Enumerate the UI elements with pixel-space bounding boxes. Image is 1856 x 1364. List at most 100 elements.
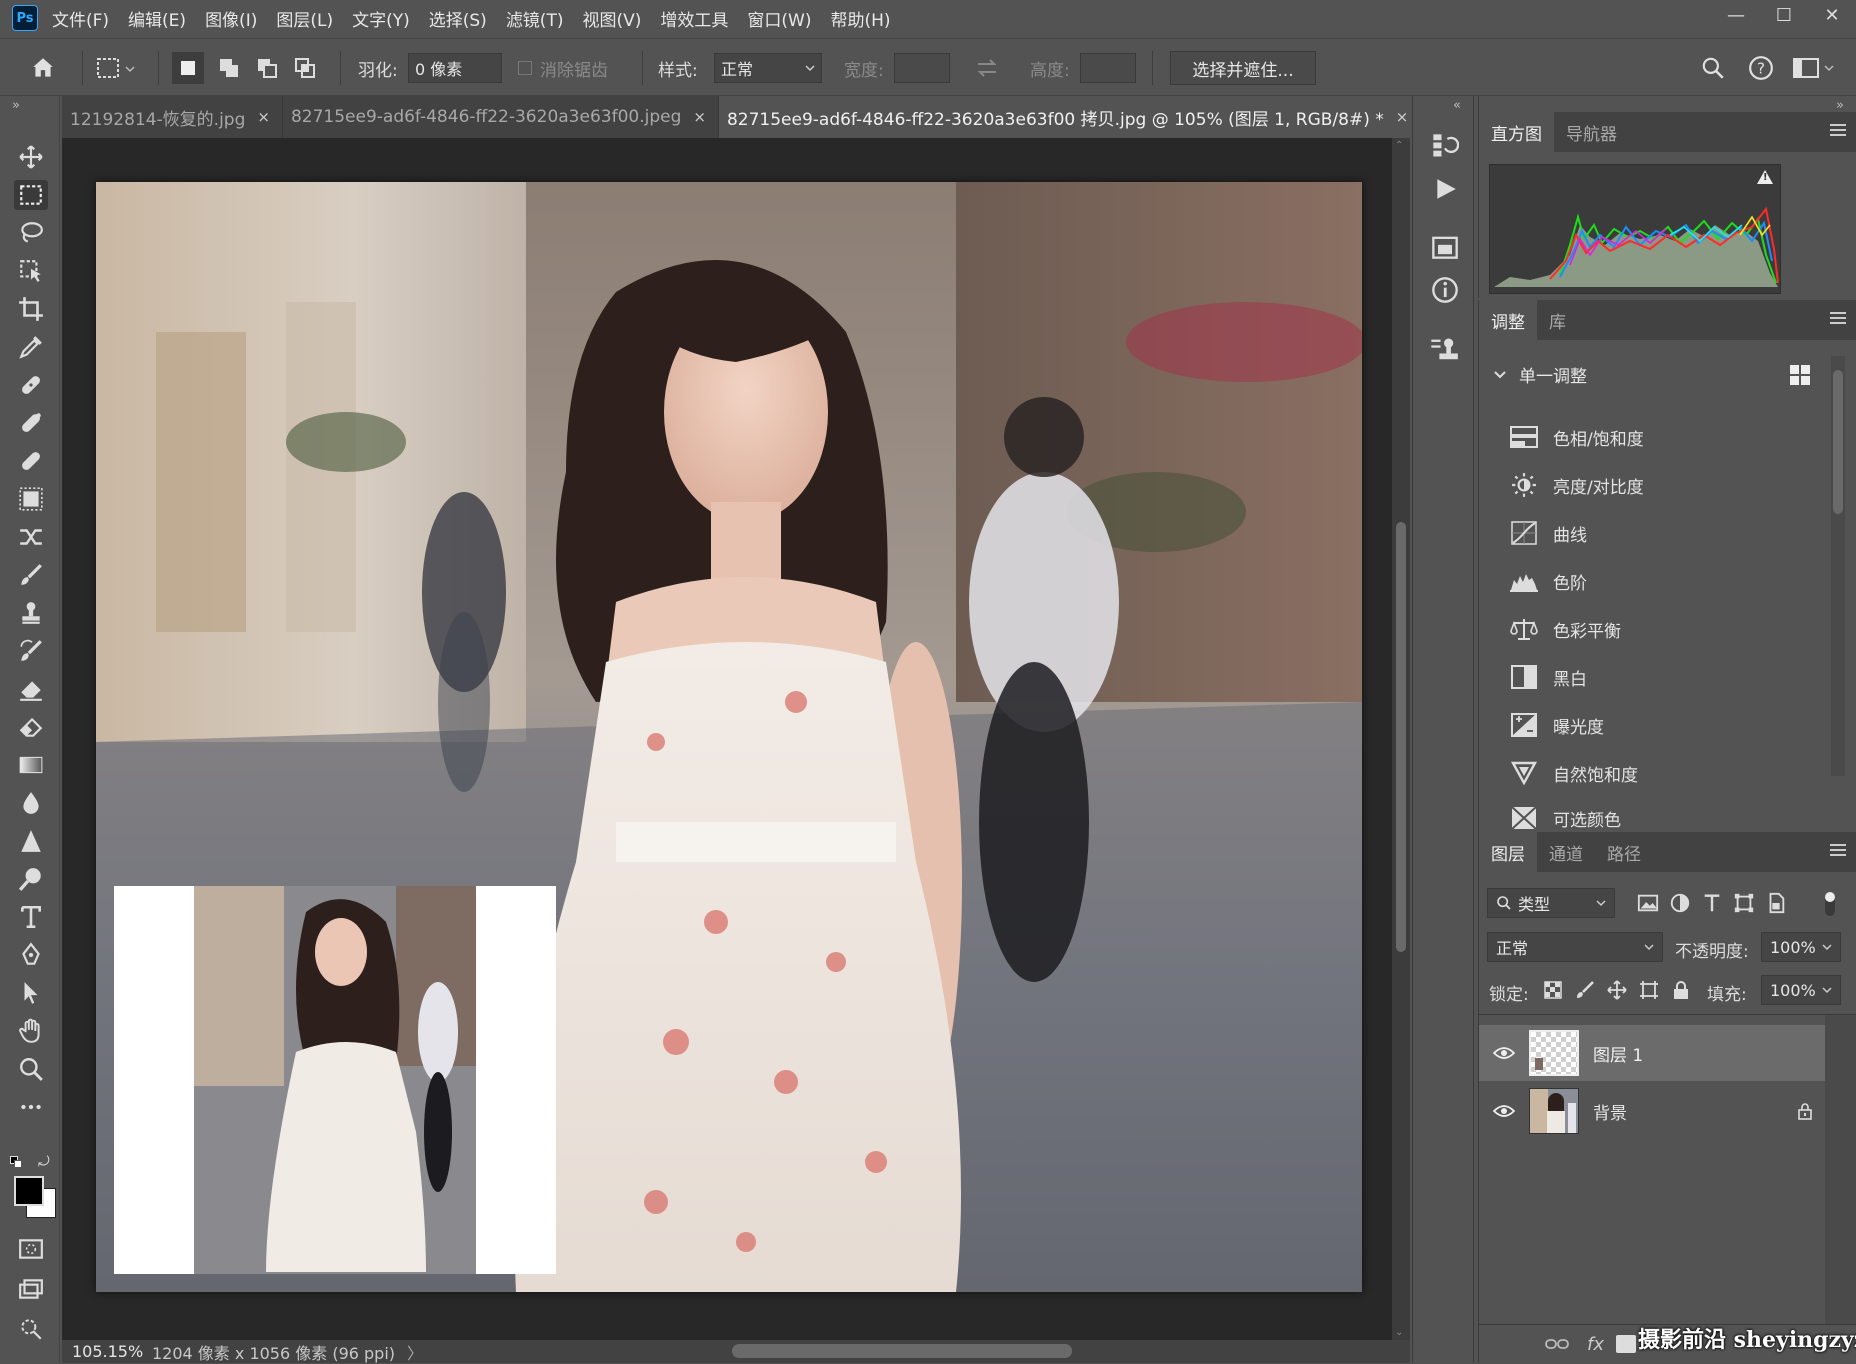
zoom-tool-icon[interactable] (14, 1054, 48, 1084)
tab-navigator[interactable]: 导航器 (1554, 112, 1629, 152)
collapse-toolbar-icon[interactable]: » (12, 98, 20, 113)
collapse-panels-icon[interactable]: » (1836, 98, 1844, 113)
link-layers-icon[interactable] (1545, 1337, 1569, 1351)
help-icon[interactable]: ? (1748, 39, 1774, 97)
single-adjustments-section[interactable]: 单一调整 (1493, 362, 1587, 387)
type-filter-icon[interactable] (1701, 892, 1723, 914)
feather-input[interactable]: 0 像素 (408, 53, 502, 83)
eye-icon[interactable] (1493, 1103, 1515, 1119)
width-input[interactable] (894, 53, 950, 83)
type-tool-icon[interactable] (14, 902, 48, 932)
object-selection-tool-icon[interactable] (14, 256, 48, 286)
menu-edit[interactable]: 编辑(E) (128, 6, 186, 31)
lock-all-icon[interactable] (1671, 980, 1691, 1000)
horizontal-scroll-thumb[interactable] (732, 1344, 1072, 1358)
workspace-icon[interactable] (1792, 39, 1836, 97)
canvas-area[interactable] (62, 138, 1392, 1340)
layer-filter-select[interactable]: 类型 (1487, 888, 1615, 918)
history-panel-icon[interactable] (1431, 132, 1460, 164)
adjustment-curves[interactable]: 曲线 (1509, 518, 1587, 548)
tab-histogram[interactable]: 直方图 (1479, 112, 1554, 152)
bandage-tool-icon[interactable] (14, 446, 48, 476)
pixel-filter-icon[interactable] (1637, 892, 1659, 914)
lock-position-icon[interactable] (1607, 980, 1627, 1000)
spot-healing-tool-icon[interactable] (14, 370, 48, 400)
adjustment-exposure[interactable]: 曝光度 (1509, 710, 1604, 740)
default-colors-icon[interactable] (10, 1156, 22, 1168)
foreground-color-swatch[interactable] (14, 1176, 44, 1206)
move-tool-icon[interactable] (14, 142, 48, 172)
panel-menu-icon[interactable] (1830, 124, 1846, 136)
lasso-tool-icon[interactable] (14, 218, 48, 248)
subtract-selection-icon[interactable] (252, 39, 282, 97)
layer-row-background[interactable]: 背景 (1479, 1083, 1825, 1139)
eyedropper-tool-icon[interactable] (14, 332, 48, 362)
document-canvas[interactable] (96, 182, 1362, 1292)
clone-stamp-tool-icon[interactable] (14, 598, 48, 628)
menu-type[interactable]: 文字(Y) (352, 6, 410, 31)
vertical-scroll-thumb[interactable] (1396, 522, 1406, 952)
opacity-input[interactable]: 100% (1761, 932, 1841, 962)
filter-toggle-switch[interactable] (1825, 892, 1835, 916)
blend-mode-select[interactable]: 正常 (1487, 932, 1663, 962)
intersect-selection-icon[interactable] (290, 39, 320, 97)
dodge-tool-icon[interactable] (14, 864, 48, 894)
vertical-scrollbar[interactable]: ⌃ ⌄ (1392, 138, 1410, 1340)
patch-tool-icon[interactable] (14, 484, 48, 514)
edit-toolbar-icon[interactable] (14, 1314, 48, 1344)
collapse-strip-icon[interactable]: « (1453, 98, 1461, 113)
close-button[interactable]: ✕ (1808, 0, 1856, 30)
clone-source-panel-icon[interactable] (1429, 336, 1459, 368)
adjustment-filter-icon[interactable] (1669, 892, 1691, 914)
menu-help[interactable]: 帮助(H) (830, 6, 890, 31)
swap-dimensions-icon[interactable] (974, 39, 1000, 97)
adjustment-color-balance[interactable]: 色彩平衡 (1509, 614, 1621, 644)
more-tools-icon[interactable] (14, 1092, 48, 1122)
adjustments-scrollbar[interactable] (1831, 356, 1845, 776)
add-selection-icon[interactable] (214, 39, 244, 97)
adjustment-selective-color[interactable]: 可选颜色 (1509, 804, 1621, 832)
crop-tool-icon[interactable] (14, 294, 48, 324)
fx-button[interactable]: fx (1587, 1334, 1604, 1355)
eraser-tool-icon[interactable] (14, 674, 48, 704)
panel-menu-icon[interactable] (1830, 312, 1846, 324)
layer-row-layer1[interactable]: 图层 1 (1479, 1025, 1825, 1081)
menu-select[interactable]: 选择(S) (429, 6, 487, 31)
antialias-checkbox[interactable] (518, 61, 532, 75)
tab-libraries[interactable]: 库 (1537, 300, 1578, 340)
adjustment-levels[interactable]: 色阶 (1509, 566, 1587, 596)
eraser-alt-tool-icon[interactable] (14, 712, 48, 742)
brush-healing-tool-icon[interactable] (14, 408, 48, 438)
path-selection-tool-icon[interactable] (14, 978, 48, 1008)
pen-tool-icon[interactable] (14, 940, 48, 970)
quick-mask-icon[interactable] (14, 1234, 48, 1264)
info-panel-icon[interactable] (1431, 276, 1459, 308)
menu-view[interactable]: 视图(V) (582, 6, 641, 31)
fill-input[interactable]: 100% (1761, 975, 1841, 1005)
search-icon[interactable] (1700, 39, 1726, 97)
panel-menu-icon[interactable] (1830, 844, 1846, 856)
menu-file[interactable]: 文件(F) (52, 6, 109, 31)
tab-paths[interactable]: 路径 (1595, 832, 1653, 872)
shape-filter-icon[interactable] (1733, 892, 1755, 914)
tab-channels[interactable]: 通道 (1537, 832, 1595, 872)
grid-view-icon[interactable] (1789, 364, 1811, 390)
tab-document-2[interactable]: 82715ee9-ad6f-4846-ff22-3620a3e63f00.jpe… (283, 96, 719, 138)
tab-document-1[interactable]: 12192814-恢复的.jpg × (62, 96, 283, 138)
history-brush-tool-icon[interactable] (14, 636, 48, 666)
status-menu-arrow[interactable]: 〉 (395, 1340, 423, 1364)
lock-transparent-pixels-icon[interactable] (1543, 980, 1563, 1000)
tab-close-icon[interactable]: × (257, 108, 270, 126)
tab-close-icon[interactable]: × (693, 108, 706, 126)
adjustment-vibrance[interactable]: 自然饱和度 (1509, 758, 1638, 788)
select-and-mask-button[interactable]: 选择并遮住... (1170, 51, 1316, 85)
gradient-tool-icon[interactable] (14, 750, 48, 780)
marquee-preset-icon[interactable] (96, 39, 136, 97)
rectangular-marquee-tool-icon[interactable] (14, 180, 48, 210)
menu-image[interactable]: 图像(I) (205, 6, 257, 31)
hand-tool-icon[interactable] (14, 1016, 48, 1046)
home-icon[interactable] (30, 39, 56, 97)
actions-play-icon[interactable] (1433, 176, 1459, 206)
blur-tool-icon[interactable] (14, 788, 48, 818)
tab-document-3[interactable]: 82715ee9-ad6f-4846-ff22-3620a3e63f00 拷贝.… (718, 96, 1422, 138)
